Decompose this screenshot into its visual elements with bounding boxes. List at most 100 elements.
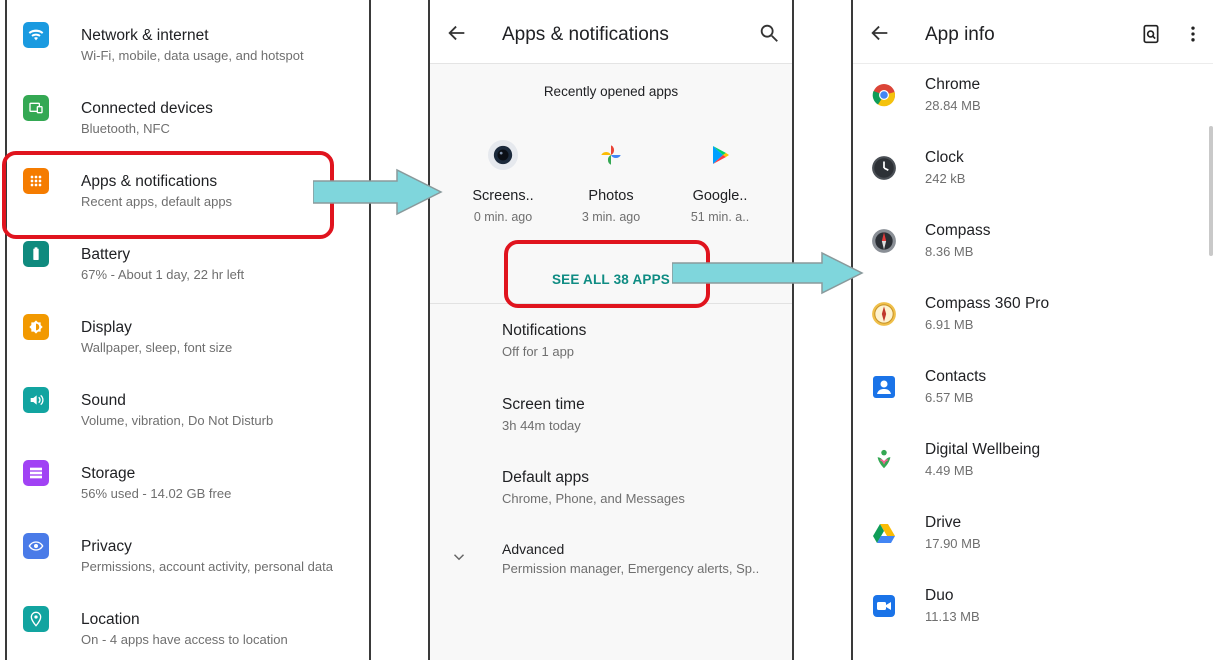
settings-item-title: Location	[81, 611, 140, 628]
settings-item-subtitle: Wi-Fi, mobile, data usage, and hotspot	[81, 48, 304, 63]
search-in-page-icon[interactable]	[1141, 24, 1161, 44]
recent-app[interactable]: Screens.. 0 min. ago	[455, 140, 551, 224]
default-apps-item[interactable]: Default apps Chrome, Phone, and Messages	[502, 469, 685, 506]
brightness-icon	[23, 314, 49, 340]
recent-app[interactable]: Google.. 51 min. a..	[672, 140, 768, 224]
recent-app-name: Screens..	[472, 188, 534, 204]
app-size: 28.84 MB	[925, 98, 981, 113]
arrow-right-icon	[672, 251, 864, 295]
app-bar: App info	[853, 0, 1213, 64]
duo-icon	[871, 593, 897, 619]
app-list-item[interactable]: Contacts 6.57 MB	[853, 360, 1213, 433]
drive-icon	[871, 520, 897, 546]
apps-notifications-panel: Apps & notifications Recently opened app…	[428, 0, 794, 660]
compass-icon	[871, 228, 897, 254]
settings-item-connected-devices[interactable]: Connected devices Bluetooth, NFC	[7, 73, 369, 146]
settings-item-subtitle: Wallpaper, sleep, font size	[81, 340, 233, 355]
item-title: Default apps	[502, 469, 590, 486]
item-subtitle: Off for 1 app	[502, 344, 575, 359]
app-name: Contacts	[925, 368, 987, 385]
page-title: Apps & notifications	[502, 24, 669, 45]
more-vert-icon[interactable]	[1183, 24, 1203, 44]
settings-item-title: Storage	[81, 465, 136, 482]
storage-icon	[23, 460, 49, 486]
settings-panel: Network & internet Wi-Fi, mobile, data u…	[5, 0, 371, 660]
chevron-down-icon[interactable]	[450, 548, 468, 566]
chrome-icon	[871, 82, 897, 108]
app-name: Compass 360 Pro	[925, 295, 1050, 312]
app-name: Duo	[925, 587, 954, 604]
app-name: Chrome	[925, 76, 981, 93]
back-arrow-icon[interactable]	[446, 22, 468, 44]
app-size: 242 kB	[925, 171, 966, 186]
settings-item-privacy[interactable]: Privacy Permissions, account activity, p…	[7, 511, 369, 584]
page-title: App info	[925, 24, 995, 45]
clock-icon	[871, 155, 897, 181]
app-name: Digital Wellbeing	[925, 441, 1041, 458]
app-size: 17.90 MB	[925, 536, 981, 551]
app-name: Drive	[925, 514, 962, 531]
back-arrow-icon[interactable]	[869, 22, 891, 44]
app-list-item[interactable]: Chrome 28.84 MB	[853, 68, 1213, 141]
app-size: 6.91 MB	[925, 317, 974, 332]
settings-item-title: Display	[81, 319, 132, 336]
app-info-panel: App info Chrome 28.84 MB Clock 242 kB Co…	[851, 0, 1213, 660]
recent-apps-label: Recently opened apps	[543, 84, 679, 99]
settings-item-network[interactable]: Network & internet Wi-Fi, mobile, data u…	[7, 0, 369, 73]
compass-360-icon	[871, 301, 897, 327]
volume-icon	[23, 387, 49, 413]
app-size: 6.57 MB	[925, 390, 974, 405]
app-list-item[interactable]: Duo 11.13 MB	[853, 579, 1213, 652]
settings-item-subtitle: Volume, vibration, Do Not Disturb	[81, 413, 274, 428]
highlight-box-apps-notifications	[2, 151, 334, 239]
settings-item-subtitle: 56% used - 14.02 GB free	[81, 486, 232, 501]
app-list-item[interactable]: Digital Wellbeing 4.49 MB	[853, 433, 1213, 506]
privacy-eye-icon	[23, 533, 49, 559]
recent-app-name: Photos	[588, 188, 634, 204]
scrollbar[interactable]	[1209, 126, 1213, 256]
settings-item-title: Sound	[81, 392, 126, 409]
app-list-item[interactable]: Compass 360 Pro 6.91 MB	[853, 287, 1213, 360]
app-name: Clock	[925, 149, 964, 166]
photos-pinwheel-icon	[596, 140, 626, 170]
settings-item-storage[interactable]: Storage 56% used - 14.02 GB free	[7, 438, 369, 511]
app-name: Compass	[925, 222, 991, 239]
settings-item-sound[interactable]: Sound Volume, vibration, Do Not Disturb	[7, 365, 369, 438]
item-subtitle: 3h 44m today	[502, 418, 581, 433]
settings-item-subtitle: On - 4 apps have access to location	[81, 632, 288, 647]
app-list-item[interactable]: Drive 17.90 MB	[853, 506, 1213, 579]
screen-time-item[interactable]: Screen time 3h 44m today	[502, 396, 585, 433]
settings-item-display[interactable]: Display Wallpaper, sleep, font size	[7, 292, 369, 365]
app-size: 8.36 MB	[925, 244, 974, 259]
app-list-item[interactable]: Compass 8.36 MB	[853, 214, 1213, 287]
app-bar: Apps & notifications	[430, 0, 792, 64]
screen-recorder-icon	[488, 140, 518, 170]
settings-item-title: Privacy	[81, 538, 132, 555]
settings-item-subtitle: 67% - About 1 day, 22 hr left	[81, 267, 245, 282]
app-size: 4.49 MB	[925, 463, 974, 478]
app-list-item[interactable]: Clock 242 kB	[853, 141, 1213, 214]
item-subtitle: Permission manager, Emergency alerts, Sp…	[502, 561, 760, 576]
item-title: Screen time	[502, 396, 585, 413]
location-pin-icon	[23, 606, 49, 632]
recent-app-time: 51 min. a..	[690, 210, 750, 224]
wifi-icon	[23, 22, 49, 48]
devices-icon	[23, 95, 49, 121]
app-size: 11.13 MB	[925, 609, 980, 624]
search-icon[interactable]	[758, 22, 780, 44]
play-store-icon	[705, 140, 735, 170]
recent-app-name: Google..	[692, 188, 748, 204]
settings-item-title: Connected devices	[81, 100, 213, 117]
advanced-item[interactable]: Advanced Permission manager, Emergency a…	[502, 541, 759, 576]
wellbeing-icon	[871, 447, 897, 473]
notifications-item[interactable]: Notifications Off for 1 app	[502, 322, 586, 359]
settings-item-title: Network & internet	[81, 27, 209, 44]
battery-icon	[23, 241, 49, 267]
item-subtitle: Chrome, Phone, and Messages	[502, 491, 685, 506]
item-title: Notifications	[502, 322, 587, 339]
recent-app-time: 3 min. ago	[581, 210, 641, 224]
settings-item-location[interactable]: Location On - 4 apps have access to loca…	[7, 584, 369, 657]
settings-item-title: Battery	[81, 246, 131, 263]
settings-item-subtitle: Permissions, account activity, personal …	[81, 559, 333, 574]
recent-app[interactable]: Photos 3 min. ago	[563, 140, 659, 224]
